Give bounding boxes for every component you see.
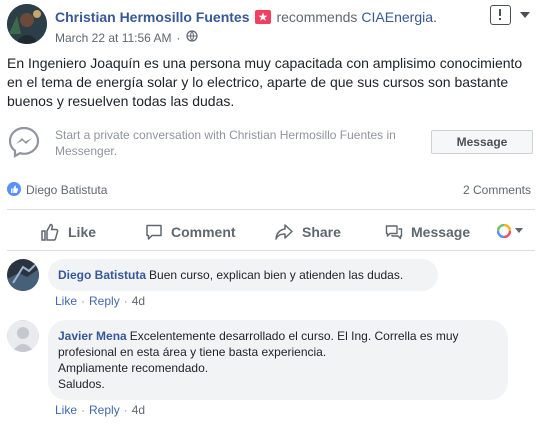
messenger-icon <box>7 125 41 159</box>
divider <box>7 250 535 251</box>
page-link[interactable]: CIAEnergia. <box>361 9 436 25</box>
comment-age[interactable]: 4d <box>132 294 145 308</box>
comment-separator: · <box>81 403 86 417</box>
comment-action-button[interactable]: Comment <box>145 222 236 242</box>
comment-text-line: Ampliamente recomendado. <box>58 361 209 375</box>
author-name[interactable]: Christian Hermosillo Fuentes <box>55 9 249 25</box>
comment-text: Buen curso, explican bien y atienden las… <box>149 268 404 282</box>
comment-author[interactable]: Diego Batistuta <box>58 268 146 282</box>
share-icon <box>275 224 293 240</box>
message-label: Message <box>411 224 471 240</box>
post-meta: March 22 at 11:56 AM · <box>55 30 198 45</box>
comment-icon <box>146 224 162 240</box>
recommend-badge-icon <box>255 10 272 24</box>
meta-separator: · <box>176 30 181 45</box>
comment-separator: · <box>123 294 128 308</box>
comment-like-link[interactable]: Like <box>55 403 77 417</box>
comments-count[interactable]: 2 Comments <box>463 183 531 197</box>
chevron-down-icon[interactable] <box>515 228 523 233</box>
message-action-button[interactable]: Message <box>385 222 470 242</box>
comment-author[interactable]: Javier Mena <box>58 329 127 343</box>
comment-actions: Like · Reply · 4d <box>55 294 145 308</box>
comment-separator: · <box>81 294 86 308</box>
like-label: Like <box>68 224 97 240</box>
like-reaction-icon <box>7 182 21 196</box>
post-options-chevron-icon[interactable] <box>520 12 530 18</box>
messenger-prompt: Start a private conversation with Christ… <box>55 128 396 158</box>
comment-age[interactable]: 4d <box>132 403 145 417</box>
globe-icon <box>185 30 198 45</box>
recommends-text: recommends <box>276 9 358 25</box>
comment-separator: · <box>123 403 128 417</box>
comment-reply-link[interactable]: Reply <box>89 294 120 308</box>
comment-text-line: Saludos. <box>58 377 105 391</box>
like-action-button[interactable]: Like <box>40 222 96 242</box>
post-header: Christian Hermosillo Fuentes recommends … <box>55 9 437 25</box>
commenter-avatar[interactable] <box>7 320 39 352</box>
comment-actions: Like · Reply · 4d <box>55 403 145 417</box>
message-button[interactable]: Message <box>431 130 533 154</box>
share-action-button[interactable]: Share <box>274 222 341 242</box>
divider <box>7 209 535 210</box>
reactor-name[interactable]: Diego Batistuta <box>26 183 107 197</box>
comment-reply-link[interactable]: Reply <box>89 403 120 417</box>
thumbs-up-icon <box>41 223 59 241</box>
comment-bubble: Diego Batistuta Buen curso, explican bien… <box>48 259 438 291</box>
reaction-selector-icon[interactable] <box>496 223 512 243</box>
commenter-avatar[interactable] <box>7 259 39 291</box>
report-icon[interactable] <box>490 5 511 25</box>
post-body: En Ingeniero Joaquín es una persona muy … <box>7 55 523 109</box>
share-label: Share <box>302 224 341 240</box>
post-timestamp[interactable]: March 22 at 11:56 AM <box>55 31 172 45</box>
comment-label: Comment <box>171 224 236 240</box>
comment-bubble: Javier Mena Excelentemente desarrollado e… <box>48 320 508 400</box>
author-avatar[interactable] <box>7 4 47 44</box>
messenger-small-icon <box>385 225 403 240</box>
comment-like-link[interactable]: Like <box>55 294 77 308</box>
